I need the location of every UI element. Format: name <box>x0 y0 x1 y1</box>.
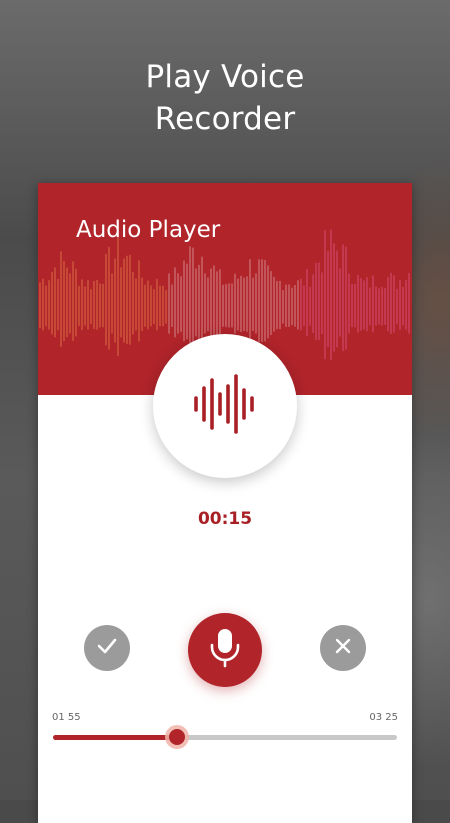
waveform-badge <box>153 334 297 478</box>
accept-button[interactable] <box>84 625 130 671</box>
promo-title: Play Voice Recorder <box>0 56 450 140</box>
close-icon <box>334 637 352 659</box>
promo-title-line1: Play Voice <box>145 59 305 95</box>
microphone-icon <box>208 627 242 673</box>
cancel-button[interactable] <box>320 625 366 671</box>
check-icon <box>96 635 118 661</box>
seek-bar[interactable] <box>53 729 397 745</box>
record-button[interactable] <box>188 613 262 687</box>
page-title: Audio Player <box>76 217 221 243</box>
recording-timer: 00:15 <box>197 509 253 529</box>
promo-title-line2: Recorder <box>154 101 296 137</box>
seek-bar-progress <box>53 735 177 740</box>
total-time-label: 03 25 <box>369 712 398 723</box>
current-time-label: 01 55 <box>52 712 81 723</box>
seek-bar-thumb[interactable] <box>168 729 185 745</box>
waveform-icon <box>190 374 260 438</box>
app-screen: Audio Player 00:15 01 55 03 25 <box>38 183 412 823</box>
